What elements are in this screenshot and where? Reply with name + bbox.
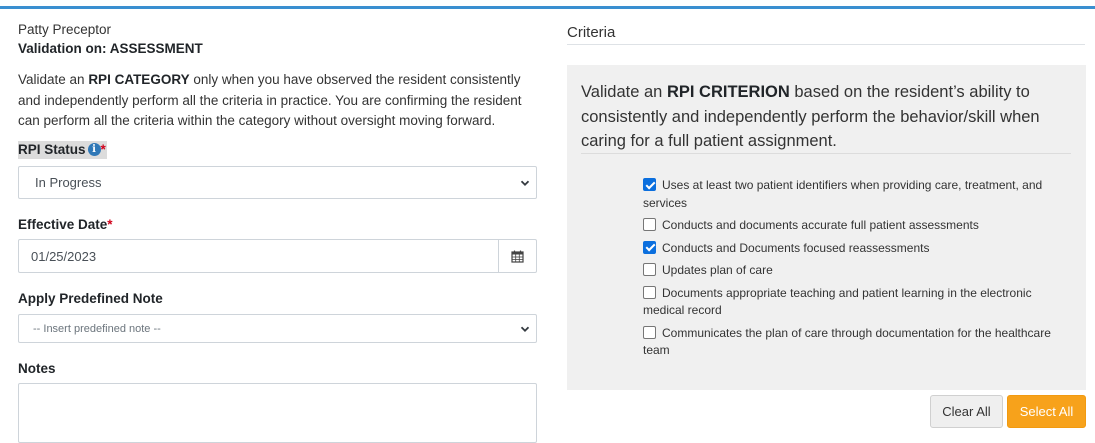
effective-date-input[interactable]: 01/25/2023 <box>18 239 537 273</box>
criterion-label: Communicates the plan of care through do… <box>643 325 1051 358</box>
criterion-label: Conducts and documents accurate full pat… <box>662 218 979 232</box>
criteria-intro-bold: RPI CRITERION <box>666 83 790 101</box>
effective-date-label-text: Effective Date <box>18 217 108 232</box>
info-circle-icon[interactable]: i <box>87 143 101 156</box>
category-instructions: Validate an RPI CATEGORY only when you h… <box>18 70 530 132</box>
intro-prefix: Validate an <box>18 72 89 87</box>
validation-label: Validation on: <box>18 41 107 56</box>
effective-date-label: Effective Date* <box>18 217 113 232</box>
criteria-panel: Validate an RPI CRITERION based on the r… <box>567 65 1086 390</box>
criterion-item[interactable]: Uses at least two patient identifiers wh… <box>643 177 1073 212</box>
criterion-checkbox[interactable] <box>643 325 656 339</box>
criterion-item[interactable]: Updates plan of care <box>643 262 1073 280</box>
criteria-divider <box>567 44 1085 45</box>
criteria-intro-prefix: Validate an <box>581 83 667 101</box>
rpi-status-label-text: RPI Status <box>18 142 86 157</box>
criteria-list: Uses at least two patient identifiers wh… <box>643 177 1073 365</box>
chevron-down-icon <box>520 178 530 188</box>
select-all-button[interactable]: Select All <box>1007 395 1086 428</box>
criterion-label: Uses at least two patient identifiers wh… <box>643 178 1043 210</box>
calendar-icon[interactable] <box>498 240 536 272</box>
notes-label: Notes <box>18 361 56 376</box>
validation-value: ASSESSMENT <box>109 41 203 56</box>
criterion-label: Updates plan of care <box>662 263 773 277</box>
chevron-down-icon <box>520 324 530 334</box>
validation-heading: Validation on: ASSESSMENT <box>18 41 203 56</box>
criterion-checkbox[interactable] <box>643 218 656 231</box>
clear-all-button[interactable]: Clear All <box>930 395 1003 428</box>
required-mark: * <box>100 142 106 157</box>
panel-divider <box>581 153 1071 154</box>
criterion-item[interactable]: Conducts and Documents focused reassessm… <box>643 240 1073 258</box>
notes-textarea[interactable] <box>18 383 537 443</box>
criterion-checkbox[interactable] <box>643 285 656 299</box>
criteria-instructions: Validate an RPI CRITERION based on the r… <box>581 80 1051 154</box>
rpi-status-select[interactable]: In Progress <box>18 166 537 199</box>
predefined-note-label: Apply Predefined Note <box>18 291 163 306</box>
predefined-note-select[interactable]: -- Insert predefined note -- <box>18 314 537 343</box>
required-mark: * <box>107 217 113 232</box>
criteria-title: Criteria <box>567 24 616 41</box>
top-accent-bar <box>0 6 1095 9</box>
criterion-label: Conducts and Documents focused reassessm… <box>662 240 930 255</box>
rpi-status-value: In Progress <box>35 175 102 190</box>
criterion-item[interactable]: Conducts and documents accurate full pat… <box>643 217 1073 235</box>
criterion-label: Documents appropriate teaching and patie… <box>643 285 1032 318</box>
predefined-note-value: -- Insert predefined note -- <box>33 322 161 335</box>
rpi-status-label: RPI Status i * <box>18 141 107 159</box>
effective-date-value: 01/25/2023 <box>31 248 97 264</box>
criterion-checkbox[interactable] <box>643 263 656 276</box>
criterion-item[interactable]: Documents appropriate teaching and patie… <box>643 285 1073 320</box>
criterion-item[interactable]: Communicates the plan of care through do… <box>643 325 1073 360</box>
intro-bold: RPI CATEGORY <box>88 72 190 87</box>
preceptor-name: Patty Preceptor <box>18 22 112 37</box>
criterion-checkbox[interactable] <box>643 240 656 254</box>
criterion-checkbox[interactable] <box>643 178 656 191</box>
